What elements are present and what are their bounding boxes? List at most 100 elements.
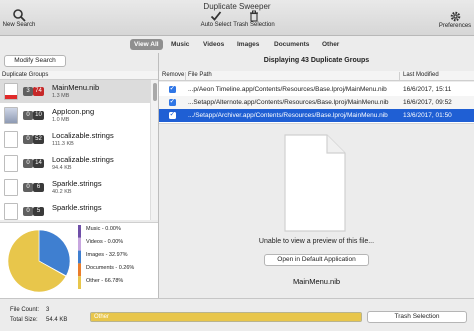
nib-file-icon	[4, 83, 18, 100]
toolbar: Duplicate Sweeper New Search Auto Select…	[0, 0, 474, 36]
column-separator	[399, 72, 400, 80]
group-count-badge: 0	[23, 111, 33, 120]
trash-selection-toolbar-button[interactable]: Trash Selection	[233, 10, 275, 28]
last-modified: 16/6/2017, 15:11	[403, 86, 452, 93]
table-row[interactable]: ...Setapp/Alternote.app/Contents/Resourc…	[159, 95, 474, 109]
group-row[interactable]: 0 14 Localizable.strings 94.4 KB	[0, 152, 150, 175]
remove-checkbox[interactable]	[169, 108, 176, 121]
gear-icon	[450, 11, 460, 22]
filter-videos[interactable]: Videos	[199, 39, 228, 50]
auto-select-label: Auto Select	[200, 22, 232, 28]
preferences-button[interactable]: Preferences	[437, 10, 473, 29]
table-row[interactable]: .../Setapp/Archiver.app/Contents/Resourc…	[159, 108, 474, 122]
column-last-modified[interactable]: Last Modified	[403, 72, 439, 78]
group-name: Sparkle.strings	[52, 203, 102, 212]
file-path: ...p/Aeon Timeline.app/Contents/Resource…	[188, 86, 387, 93]
remove-checkbox[interactable]	[169, 82, 176, 95]
scrollbar-thumb[interactable]	[153, 83, 157, 101]
group-name: MainMenu.nib	[52, 83, 100, 92]
group-number-badge: 10	[33, 111, 44, 120]
file-preview-pane: Unable to view a preview of this file...…	[159, 125, 474, 298]
group-count-badge: 0	[23, 207, 33, 216]
png-image-icon	[4, 107, 18, 124]
group-count-badge: 3	[23, 87, 33, 96]
legend-swatch-images	[78, 250, 81, 264]
group-number-badge: 14	[33, 159, 44, 168]
filter-documents[interactable]: Documents	[270, 39, 313, 50]
trash-icon	[250, 10, 258, 22]
filter-bar: View All Music Videos Images Documents O…	[0, 37, 474, 53]
legend-swatch-videos	[78, 237, 81, 251]
duplicate-groups-list: 3 74 MainMenu.nib 1.3 MB 0 10 AppIcon.pn…	[0, 80, 150, 220]
checkmark-icon	[210, 11, 222, 21]
strings-file-icon	[4, 203, 18, 220]
file-path: ...Setapp/Alternote.app/Contents/Resourc…	[188, 99, 389, 106]
column-file-path[interactable]: File Path	[188, 72, 212, 78]
legend-videos: Videos - 0.00%	[86, 239, 124, 245]
groups-scrollbar[interactable]	[150, 80, 158, 220]
legend-swatch-other	[78, 276, 81, 289]
remove-checkbox[interactable]	[169, 95, 176, 108]
blank-document-icon	[284, 134, 346, 232]
group-row[interactable]: 0 5 Sparkle.strings	[0, 200, 150, 220]
legend-images: Images - 32.97%	[86, 252, 128, 258]
open-in-default-app-button[interactable]: Open in Default Application	[264, 254, 369, 266]
group-size: 40.2 KB	[52, 189, 72, 195]
group-size: 94.4 KB	[52, 165, 72, 171]
file-count-value: 3	[46, 307, 50, 313]
group-name: AppIcon.png	[52, 107, 95, 116]
group-number-badge: 74	[33, 87, 44, 96]
group-name: Localizable.strings	[52, 131, 114, 140]
group-number-badge: 52	[33, 135, 44, 144]
group-number-badge: 5	[33, 207, 44, 216]
preview-file-name: MainMenu.nib	[292, 277, 341, 286]
trash-selection-button[interactable]: Trash Selection	[367, 311, 467, 323]
group-count-badge: 0	[23, 159, 33, 168]
filter-images[interactable]: Images	[233, 39, 263, 50]
group-row[interactable]: 0 52 Localizable.strings 111.3 KB	[0, 128, 150, 151]
table-row[interactable]: ...p/Aeon Timeline.app/Contents/Resource…	[159, 82, 474, 96]
auto-select-button[interactable]: Auto Select	[198, 10, 234, 28]
group-size: 111.3 KB	[52, 141, 74, 147]
group-row[interactable]: 0 6 Sparkle.strings 40.2 KB	[0, 176, 150, 199]
results-title: Displaying 43 Duplicate Groups	[263, 57, 370, 64]
legend-music: Music - 0.00%	[86, 226, 121, 232]
new-search-button[interactable]: New Search	[2, 8, 36, 28]
magnifier-icon	[13, 9, 26, 22]
strings-file-icon	[4, 155, 18, 172]
group-row[interactable]: 0 10 AppIcon.png 1.0 MB	[0, 104, 150, 127]
group-row[interactable]: 3 74 MainMenu.nib 1.3 MB	[0, 80, 150, 103]
last-modified: 16/6/2017, 09:52	[403, 99, 452, 106]
preferences-label: Preferences	[438, 23, 472, 29]
total-size-label: Total Size:	[10, 317, 38, 323]
legend-color-bar	[78, 225, 81, 289]
group-name: Localizable.strings	[52, 155, 114, 164]
modify-search-button[interactable]: Modify Search	[4, 55, 66, 67]
duplicate-groups-header: Duplicate Groups	[0, 71, 158, 80]
file-type-pie-chart	[7, 229, 71, 293]
legend-other: Other - 66.78%	[86, 278, 124, 284]
selection-usage-bar: Other	[90, 312, 362, 322]
column-separator	[185, 72, 186, 80]
strings-file-icon	[4, 179, 18, 196]
file-path: .../Setapp/Archiver.app/Contents/Resourc…	[188, 112, 388, 119]
file-count-label: File Count:	[10, 307, 40, 313]
strings-file-icon	[4, 131, 18, 148]
new-search-label: New Search	[2, 22, 36, 28]
last-modified: 13/6/2017, 01:50	[403, 112, 452, 119]
files-table: ...p/Aeon Timeline.app/Contents/Resource…	[159, 82, 474, 124]
filter-music[interactable]: Music	[167, 39, 193, 50]
total-size-value: 54.4 KB	[46, 317, 68, 323]
filter-view-all[interactable]: View All	[130, 39, 163, 50]
legend-swatch-documents	[78, 263, 81, 277]
filter-other[interactable]: Other	[318, 39, 343, 50]
legend-swatch-music	[78, 225, 81, 238]
group-size: 1.0 MB	[52, 117, 70, 123]
column-remove[interactable]: Remove	[162, 72, 184, 78]
group-count-badge: 0	[23, 135, 33, 144]
usage-label: Other	[94, 314, 110, 320]
files-table-header: Remove File Path Last Modified	[159, 71, 474, 81]
trash-selection-label: Trash Selection	[233, 22, 275, 28]
status-footer: File Count: 3 Total Size: 54.4 KB Other …	[0, 298, 474, 331]
group-number-badge: 6	[33, 183, 44, 192]
